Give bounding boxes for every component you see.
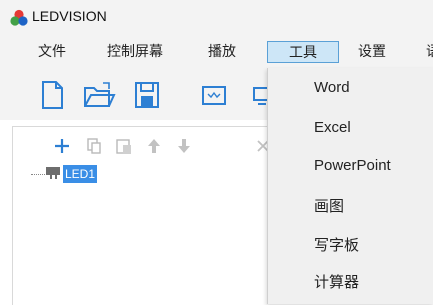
- menu-bar: 文件 控制屏幕 播放 工具 设置 语: [0, 34, 433, 68]
- display-icon[interactable]: [200, 80, 228, 110]
- menu-item-paint[interactable]: 画图: [314, 195, 344, 216]
- menu-item-wordpad[interactable]: 写字板: [314, 234, 359, 255]
- paste-icon[interactable]: [115, 137, 133, 155]
- save-icon[interactable]: [133, 80, 161, 110]
- tree-connector: [31, 174, 45, 175]
- copy-icon[interactable]: [85, 137, 103, 155]
- move-down-icon[interactable]: [175, 137, 193, 155]
- menu-item-word[interactable]: Word: [314, 79, 350, 96]
- led-screen-icon: [46, 167, 60, 179]
- menu-item-calculator[interactable]: 计算器: [314, 271, 359, 292]
- title-bar: LEDVISION: [0, 0, 433, 34]
- move-up-icon[interactable]: [145, 137, 163, 155]
- menu-settings[interactable]: 设置: [350, 41, 394, 63]
- ledvision-logo-icon: [10, 9, 28, 26]
- open-folder-icon[interactable]: [82, 80, 116, 110]
- menu-item-powerpoint[interactable]: PowerPoint: [314, 157, 391, 174]
- tools-dropdown-menu: Word Excel PowerPoint 画图 写字板 计算器: [267, 68, 433, 304]
- menu-file[interactable]: 文件: [30, 41, 74, 63]
- app-title: LEDVISION: [32, 8, 107, 24]
- menu-item-excel[interactable]: Excel: [314, 119, 351, 136]
- menu-play[interactable]: 播放: [200, 41, 244, 63]
- menu-language[interactable]: 语: [418, 41, 433, 63]
- monitor-icon[interactable]: [252, 80, 268, 110]
- new-file-icon[interactable]: [38, 80, 66, 110]
- add-icon[interactable]: [53, 137, 71, 155]
- menu-tools[interactable]: 工具: [267, 41, 339, 63]
- menu-control-screen[interactable]: 控制屏幕: [99, 41, 171, 63]
- tree-node-led1[interactable]: LED1: [63, 165, 98, 183]
